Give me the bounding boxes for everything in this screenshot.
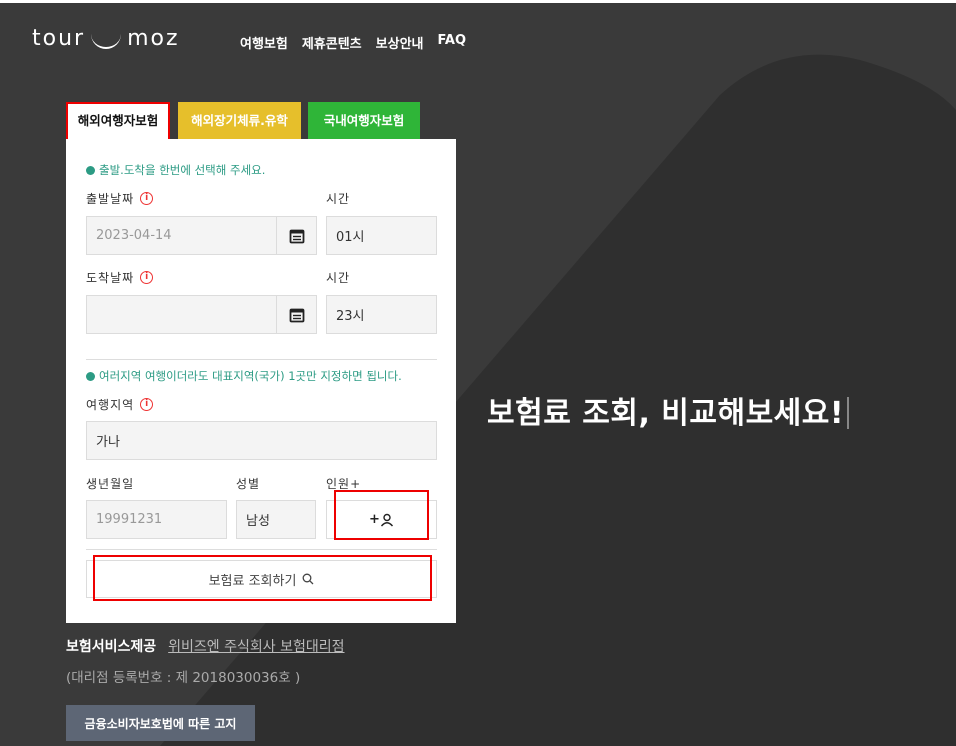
region-note: 여러지역 여행이더라도 대표지역(국가) 1곳만 지정하면 됩니다.	[86, 368, 402, 384]
nav-partner-content[interactable]: 제휴콘텐츠	[302, 33, 362, 52]
search-icon	[302, 573, 314, 585]
logo[interactable]: tour moz	[32, 26, 180, 51]
search-premium-label: 보험료 조회하기	[208, 573, 297, 589]
headline: 보험료 조회, 비교해보세요!	[487, 388, 850, 432]
quote-form-panel: 출발.도착을 한번에 선택해 주세요. 출발날짜 i 시간 2023-04-14…	[66, 139, 456, 623]
calendar-icon	[289, 229, 304, 243]
arrival-time-label: 시간	[326, 271, 351, 285]
arrival-calendar-button[interactable]	[276, 295, 317, 334]
main-nav: 여행보험 제휴콘텐츠 보상안내 FAQ	[240, 33, 466, 52]
region-input[interactable]: 가나	[86, 421, 437, 460]
departure-date-input[interactable]: 2023-04-14	[86, 216, 277, 255]
calendar-icon	[289, 308, 304, 322]
logo-text-left: tour	[32, 26, 86, 51]
date-note: 출발.도착을 한번에 선택해 주세요.	[86, 162, 265, 178]
logo-text-right: moz	[127, 26, 180, 51]
tab-overseas-travel[interactable]: 해외여행자보험	[66, 102, 170, 139]
insurance-tabs: 해외여행자보험 해외장기체류.유학 국내여행자보험	[66, 102, 420, 139]
region-note-text: 여러지역 여행이더라도 대표지역(국가) 1곳만 지정하면 됩니다.	[99, 369, 402, 383]
people-label: 인원+	[326, 477, 362, 491]
info-icon[interactable]: i	[140, 398, 154, 411]
tab-long-stay-study[interactable]: 해외장기체류.유학	[178, 102, 301, 139]
divider	[86, 549, 437, 550]
birth-input[interactable]: 19991231	[86, 500, 227, 539]
info-dot-icon	[86, 165, 95, 175]
add-person-button[interactable]: +	[326, 500, 437, 539]
provider-info: 보험서비스제공 위비즈엔 주식회사 보험대리점	[66, 636, 345, 656]
headline-text: 보험료 조회, 비교해보세요!	[487, 396, 845, 431]
search-premium-button[interactable]: 보험료 조회하기	[86, 560, 437, 598]
departure-label-text: 출발날짜	[86, 192, 135, 206]
text-cursor	[847, 397, 850, 429]
arrival-label: 도착날짜 i	[86, 269, 154, 286]
region-label-text: 여행지역	[86, 398, 135, 412]
birth-label: 생년월일	[86, 477, 135, 491]
registration-number: (대리점 등록번호 : 제 2018030036호 )	[66, 670, 301, 686]
person-icon	[380, 513, 393, 526]
arrival-time-select[interactable]: 23시	[326, 295, 437, 334]
info-icon[interactable]: i	[140, 192, 154, 205]
add-person-plus: +	[369, 512, 380, 527]
provider-link[interactable]: 위비즈엔 주식회사 보험대리점	[168, 636, 344, 656]
divider	[86, 359, 437, 360]
info-dot-icon	[86, 371, 95, 381]
provider-label: 보험서비스제공	[66, 639, 157, 655]
header: tour moz 여행보험 제휴콘텐츠 보상안내 FAQ	[0, 0, 956, 80]
gender-label: 성별	[236, 477, 261, 491]
tab-domestic-travel[interactable]: 국내여행자보험	[308, 102, 420, 139]
departure-time-select[interactable]: 01시	[326, 216, 437, 255]
arrival-date-input[interactable]	[86, 295, 277, 334]
region-label: 여행지역 i	[86, 396, 154, 413]
gender-select[interactable]: 남성	[236, 500, 316, 539]
nav-faq[interactable]: FAQ	[438, 33, 467, 52]
date-note-text: 출발.도착을 한번에 선택해 주세요.	[99, 163, 266, 177]
departure-time-label: 시간	[326, 192, 351, 206]
nav-claims-guide[interactable]: 보상안내	[376, 33, 424, 52]
nav-travel-insurance[interactable]: 여행보험	[240, 33, 288, 52]
logo-arc	[91, 33, 122, 49]
departure-calendar-button[interactable]	[276, 216, 317, 255]
info-icon[interactable]: i	[140, 271, 154, 284]
consumer-protection-notice-button[interactable]: 금융소비자보호법에 따른 고지	[66, 705, 255, 741]
departure-label: 출발날짜 i	[86, 190, 154, 207]
arrival-label-text: 도착날짜	[86, 271, 135, 285]
